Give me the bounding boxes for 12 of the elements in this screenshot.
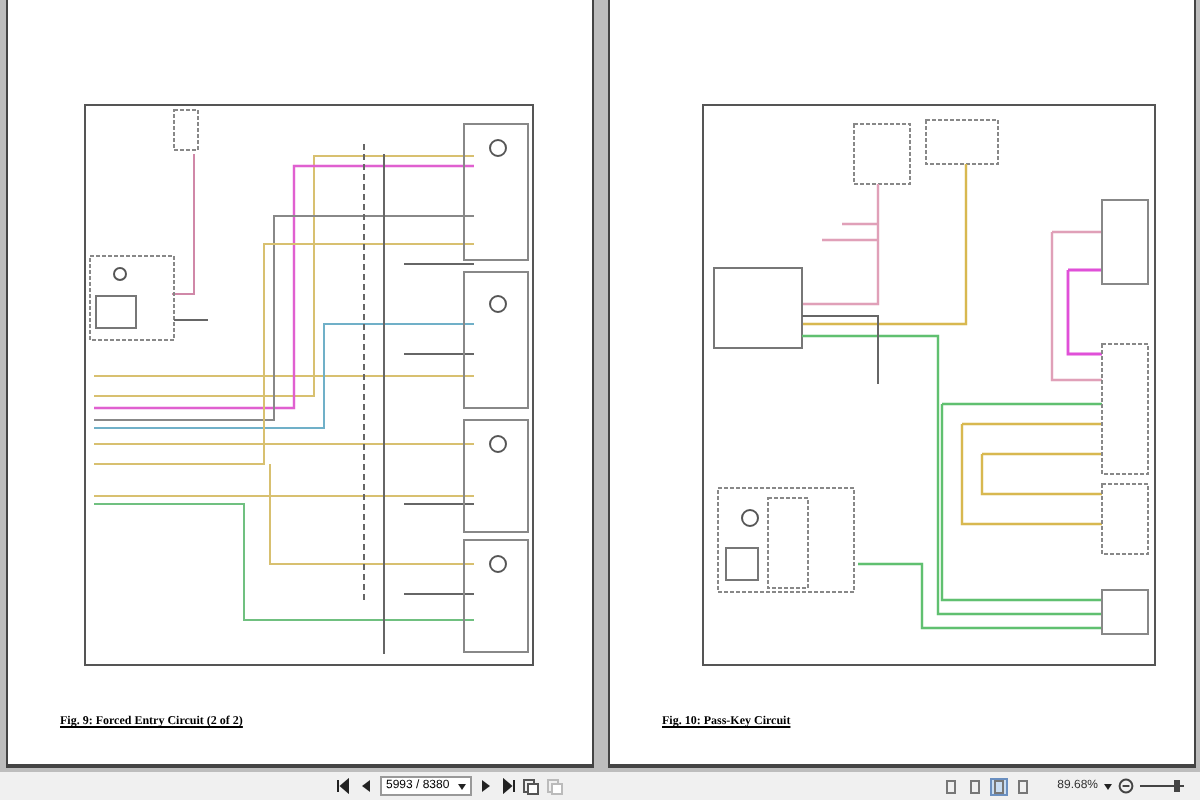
first-page-icon[interactable] [336,778,352,794]
view-mode-button[interactable] [1013,777,1032,795]
view-mode-button[interactable] [989,777,1008,795]
zoom-slider-drawing[interactable] [1140,778,1184,794]
view-mode-button[interactable] [941,777,960,795]
caret-icon [458,783,466,789]
view-mode-button[interactable] [965,777,984,795]
caret-icon[interactable] [1104,783,1112,789]
zoom-out-icon[interactable] [1118,778,1134,794]
last-page-icon[interactable] [500,778,516,794]
next-page-icon[interactable] [478,778,494,794]
previous-page-icon[interactable] [358,778,374,794]
